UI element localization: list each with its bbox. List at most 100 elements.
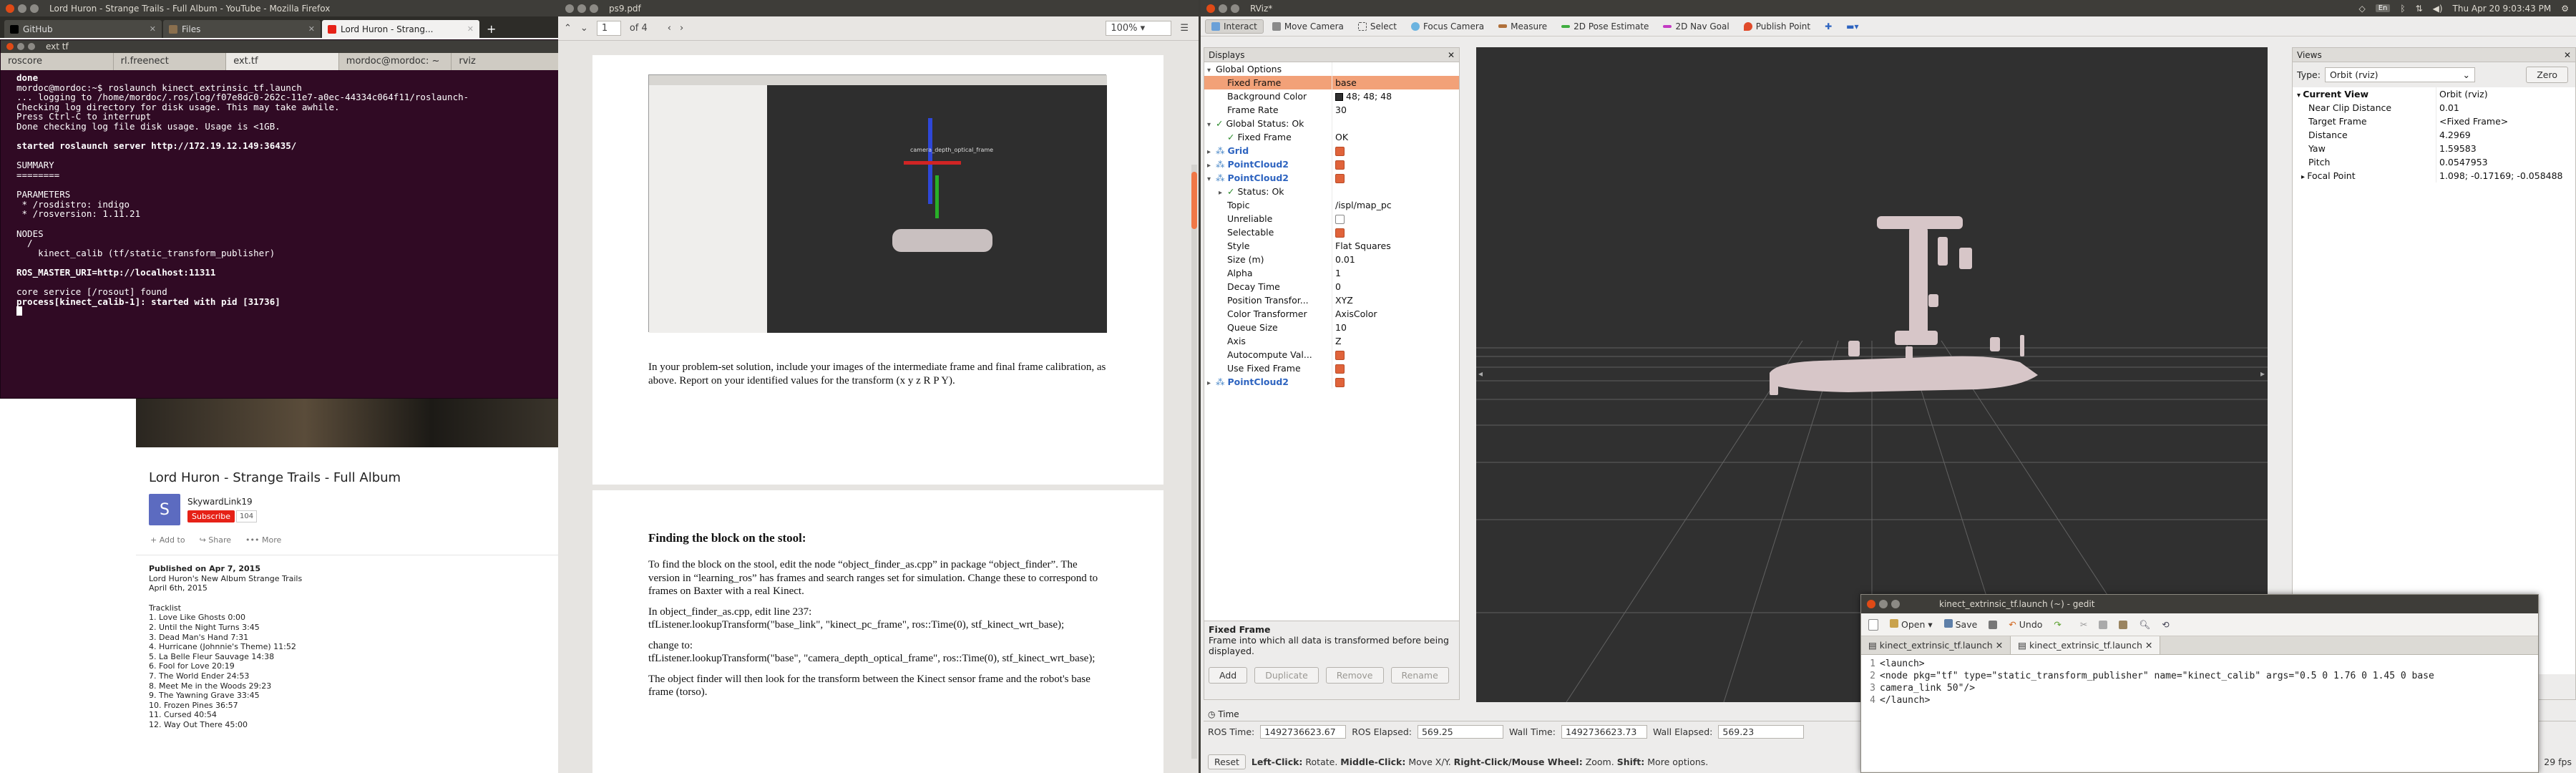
- display-property-row[interactable]: Queue Size 10: [1204, 321, 1459, 334]
- track-item[interactable]: 3. Dead Man's Hand 7:31: [149, 633, 558, 643]
- close-icon[interactable]: ✕: [1448, 50, 1455, 60]
- code-line[interactable]: 1 <launch>: [1864, 658, 2535, 670]
- checkbox[interactable]: [1335, 147, 1345, 156]
- tool-2d-pose-estimate[interactable]: 2D Pose Estimate: [1556, 20, 1654, 33]
- close-tab-icon[interactable]: ✕: [467, 24, 474, 34]
- tool-2d-nav-goal[interactable]: 2D Nav Goal: [1657, 20, 1735, 33]
- maximize-icon[interactable]: [1231, 4, 1239, 13]
- close-icon[interactable]: [6, 4, 14, 13]
- tool-move-camera[interactable]: Move Camera: [1267, 20, 1350, 33]
- add-tool-button[interactable]: ✚: [1819, 20, 1838, 33]
- display-property-row[interactable]: ▾ Global Options: [1204, 62, 1459, 76]
- track-item[interactable]: 5. La Belle Fleur Sauvage 14:38: [149, 652, 558, 662]
- keyboard-layout-indicator[interactable]: En: [2375, 4, 2391, 12]
- find-icon[interactable]: 🔍︎: [2139, 619, 2150, 631]
- display-property-row[interactable]: Axis Z: [1204, 334, 1459, 348]
- code-line[interactable]: 2 <node pkg="tf" type="static_transform_p…: [1864, 670, 2535, 682]
- page-number-input[interactable]: 1: [596, 21, 621, 36]
- checkbox[interactable]: [1335, 228, 1345, 238]
- wall-time-field[interactable]: 1492736623.73: [1561, 724, 1647, 739]
- tab-files[interactable]: Files ✕: [163, 20, 321, 38]
- display-property-row[interactable]: Frame Rate 30: [1204, 103, 1459, 117]
- track-item[interactable]: 7. The World Ender 24:53: [149, 671, 558, 681]
- terminal-tab[interactable]: rviz: [452, 53, 565, 70]
- arrow-left-icon[interactable]: ‹: [668, 23, 671, 34]
- display-property-row[interactable]: Decay Time 0: [1204, 280, 1459, 293]
- track-item[interactable]: 8. Meet Me in the Woods 29:23: [149, 681, 558, 691]
- display-property-row[interactable]: ✓ Fixed Frame OK: [1204, 130, 1459, 144]
- display-property-row[interactable]: Style Flat Squares: [1204, 239, 1459, 253]
- volume-icon[interactable]: ◀): [2433, 4, 2443, 14]
- view-type-select[interactable]: Orbit (rviz) ⌄: [2324, 67, 2475, 82]
- expand-right-icon[interactable]: ▸: [1219, 186, 1227, 198]
- tool-select[interactable]: Select: [1352, 20, 1402, 33]
- track-item[interactable]: 2. Until the Night Turns 3:45: [149, 623, 558, 633]
- close-icon[interactable]: [6, 43, 14, 50]
- display-property-row[interactable]: ▸ ⁂ Grid: [1204, 144, 1459, 157]
- network-icon[interactable]: ⇅: [2416, 4, 2423, 14]
- view-property-row[interactable]: Distance 4.2969: [2293, 128, 2575, 142]
- close-tab-icon[interactable]: ✕: [150, 24, 156, 34]
- share-button[interactable]: ↪ Share: [200, 535, 231, 545]
- collapse-left-icon[interactable]: ◂: [1478, 369, 1483, 379]
- remove-button[interactable]: Remove: [1325, 667, 1384, 684]
- display-property-row[interactable]: Autocompute Val...: [1204, 348, 1459, 361]
- checkbox[interactable]: [1335, 378, 1345, 387]
- view-property-row[interactable]: ▾ Current View Orbit (rviz): [2293, 87, 2575, 101]
- view-property-row[interactable]: Yaw 1.59583: [2293, 142, 2575, 155]
- expand-right-icon[interactable]: ▸: [1207, 376, 1216, 389]
- menu-icon[interactable]: ☰: [1180, 23, 1189, 34]
- code-line[interactable]: 3 camera_link 50"/>: [1864, 682, 2535, 694]
- checkbox[interactable]: [1335, 364, 1345, 374]
- gedit-tab[interactable]: ▤ kinect_extrinsic_tf.launch ✕: [1861, 636, 2011, 654]
- expand-down-icon[interactable]: ▾: [1207, 64, 1216, 76]
- close-tab-icon[interactable]: ✕: [308, 24, 315, 34]
- view-property-row[interactable]: Pitch 0.0547953: [2293, 155, 2575, 169]
- view-property-row[interactable]: Near Clip Distance 0.01: [2293, 101, 2575, 115]
- zero-button[interactable]: Zero: [2526, 67, 2568, 83]
- track-item[interactable]: 11. Cursed 40:54: [149, 710, 558, 720]
- view-property-row[interactable]: Target Frame <Fixed Frame>: [2293, 115, 2575, 128]
- terminal-tab[interactable]: mordoc@mordoc: ~: [339, 53, 452, 70]
- display-property-row[interactable]: Color Transformer AxisColor: [1204, 307, 1459, 321]
- print-icon[interactable]: [1989, 620, 1998, 629]
- track-item[interactable]: 4. Hurricane (Johnnie's Theme) 11:52: [149, 642, 558, 652]
- minimize-icon[interactable]: [18, 4, 26, 13]
- display-property-row[interactable]: ▸ ✓ Status: Ok: [1204, 185, 1459, 198]
- tool-measure[interactable]: Measure: [1493, 20, 1553, 33]
- close-icon[interactable]: [565, 4, 574, 13]
- display-property-row[interactable]: ▾ ✓ Global Status: Ok: [1204, 117, 1459, 130]
- display-property-row[interactable]: Fixed Frame base: [1204, 76, 1459, 89]
- chevron-down-icon[interactable]: ⌄: [580, 23, 588, 34]
- reset-button[interactable]: Reset: [1208, 754, 1246, 769]
- open-button[interactable]: Open ▾: [1890, 619, 1933, 630]
- duplicate-button[interactable]: Duplicate: [1254, 667, 1319, 684]
- undo-button[interactable]: ↶ Undo: [2009, 619, 2042, 630]
- tab-github[interactable]: GitHub ✕: [4, 20, 162, 38]
- clock[interactable]: Thu Apr 20 9:03:43 PM: [2453, 4, 2552, 14]
- expand-down-icon[interactable]: ▾: [1207, 172, 1216, 185]
- video-player[interactable]: [136, 397, 558, 447]
- subscribe-button[interactable]: Subscribe: [187, 510, 235, 522]
- views-tree[interactable]: ▾ Current View Orbit (rviz) Near Clip Dist…: [2293, 87, 2575, 674]
- displays-tree[interactable]: ▾ Global Options Fixed Frame base Background…: [1204, 62, 1459, 621]
- remove-tool-button[interactable]: ▬▾: [1840, 20, 1864, 33]
- gedit-editor[interactable]: 1 <launch> 2 <node pkg="tf" type="static_tr…: [1861, 655, 2538, 771]
- arrow-right-icon[interactable]: ›: [680, 23, 683, 34]
- maximize-icon[interactable]: [30, 4, 39, 13]
- expand-down-icon[interactable]: ▾: [2297, 92, 2303, 99]
- close-tab-icon[interactable]: ✕: [1996, 640, 2003, 651]
- new-document-icon[interactable]: [1868, 618, 1878, 631]
- expand-right-icon[interactable]: ▸: [1207, 159, 1216, 171]
- wall-elapsed-field[interactable]: 569.23: [1718, 724, 1805, 739]
- save-button[interactable]: Save: [1943, 619, 1977, 630]
- code-line[interactable]: 4 </launch>: [1864, 694, 2535, 706]
- track-item[interactable]: 12. Way Out There 45:00: [149, 720, 558, 730]
- terminal-tab[interactable]: ext.tf: [226, 53, 339, 70]
- display-property-row[interactable]: Size (m) 0.01: [1204, 253, 1459, 266]
- display-property-row[interactable]: ▾ ⁂ PointCloud2: [1204, 171, 1459, 185]
- track-item[interactable]: 1. Love Like Ghosts 0:00: [149, 613, 558, 623]
- terminal-output[interactable]: done mordoc@mordoc:~$ roslaunch kinect_ex…: [1, 70, 565, 397]
- gedit-tab[interactable]: ▤ kinect_extrinsic_tf.launch ✕: [2011, 636, 2161, 654]
- display-property-row[interactable]: Alpha 1: [1204, 266, 1459, 280]
